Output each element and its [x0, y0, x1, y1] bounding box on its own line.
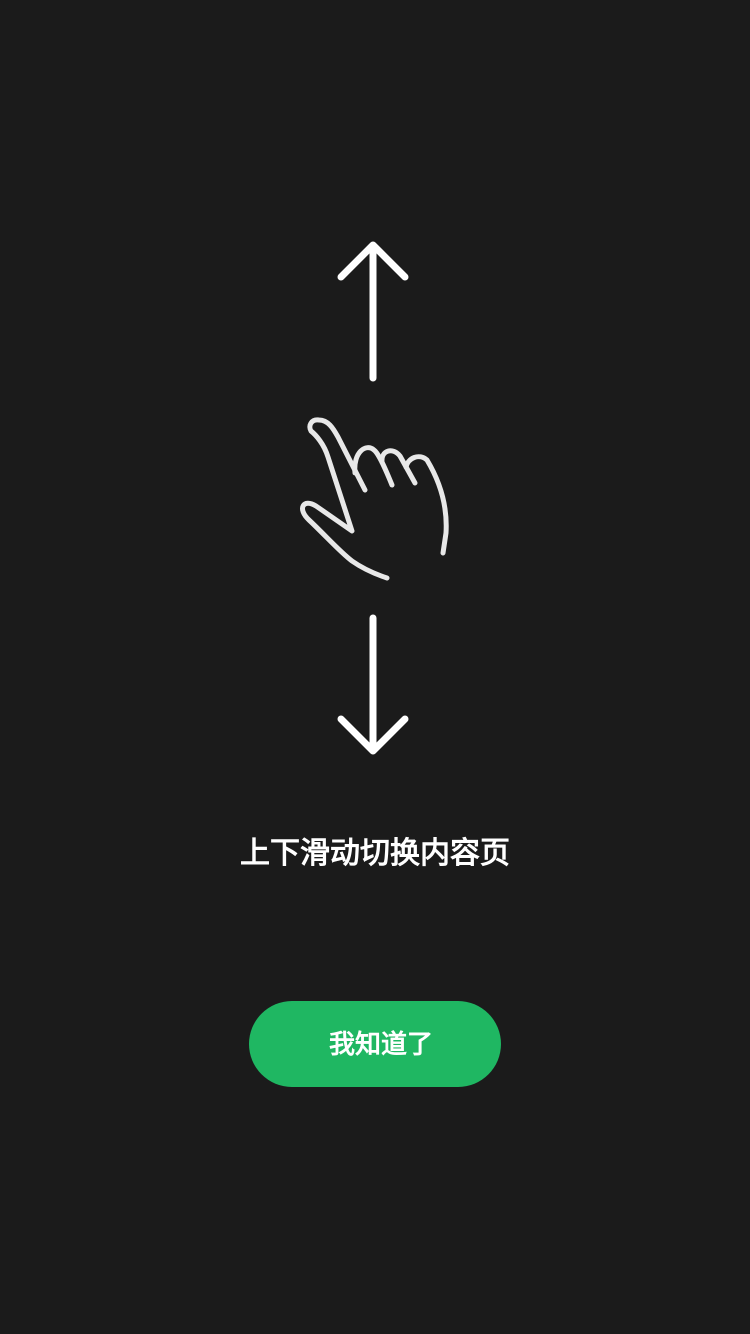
swipe-hint-text: 上下滑动切换内容页 — [240, 836, 510, 871]
swipe-gesture-illustration — [280, 230, 470, 770]
swipe-hand-icon — [300, 417, 449, 581]
swipe-guide-overlay: 上下滑动切换内容页 我知道了 — [0, 0, 750, 1334]
got-it-button[interactable]: 我知道了 — [249, 1001, 501, 1087]
got-it-button-label: 我知道了 — [328, 1029, 433, 1059]
arrow-up-icon — [337, 241, 409, 382]
arrow-down-icon — [337, 614, 409, 755]
